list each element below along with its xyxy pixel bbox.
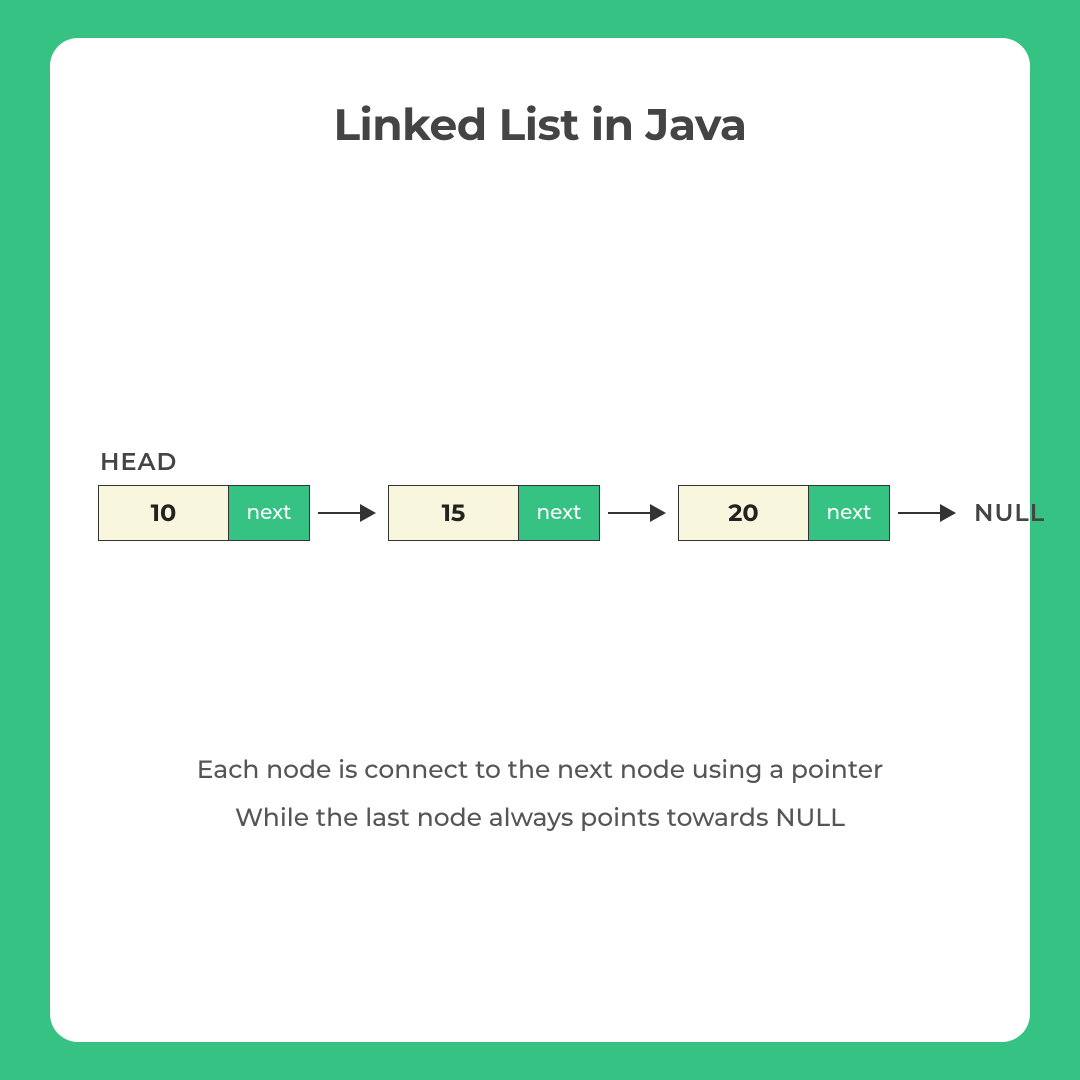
arrow-icon xyxy=(608,504,666,522)
null-label: NULL xyxy=(974,499,1045,528)
node-value: 15 xyxy=(389,486,519,540)
diagram-card: Linked List in Java HEAD 10 next 15 next… xyxy=(50,38,1030,1042)
head-label: HEAD xyxy=(100,448,982,477)
list-node: 15 next xyxy=(388,485,600,541)
node-value: 20 xyxy=(679,486,809,540)
node-value: 10 xyxy=(99,486,229,540)
list-node: 20 next xyxy=(678,485,890,541)
arrow-icon xyxy=(318,504,376,522)
linked-list-row: 10 next 15 next 20 next xyxy=(98,485,982,541)
list-node: 10 next xyxy=(98,485,310,541)
caption-line-2: While the last node always points toward… xyxy=(50,795,1030,843)
linked-list-diagram: HEAD 10 next 15 next 20 next xyxy=(98,448,982,541)
node-next-pointer: next xyxy=(229,486,309,540)
diagram-title: Linked List in Java xyxy=(80,98,1000,152)
node-next-pointer: next xyxy=(809,486,889,540)
diagram-caption: Each node is connect to the next node us… xyxy=(50,747,1030,842)
caption-line-1: Each node is connect to the next node us… xyxy=(50,747,1030,795)
arrow-icon xyxy=(898,504,956,522)
node-next-pointer: next xyxy=(519,486,599,540)
